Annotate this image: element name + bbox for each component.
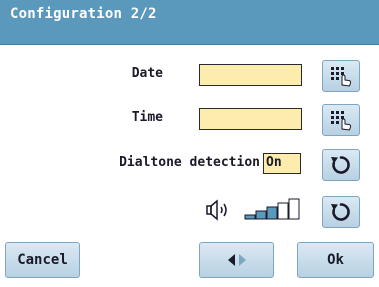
- keypad-touch-icon: [328, 65, 354, 87]
- configuration-screen: Configuration 2/2 Date Time Dialtone det…: [0, 0, 379, 287]
- page-title: Configuration 2/2: [10, 6, 157, 22]
- time-keypad-button[interactable]: [322, 104, 360, 136]
- rotate-cycle-icon: [329, 200, 353, 224]
- volume-bars-icon: [244, 198, 300, 220]
- volume-bar: [255, 210, 267, 220]
- title-bar: Configuration 2/2: [0, 0, 379, 45]
- dialtone-value-field: On: [263, 153, 301, 174]
- keypad-touch-icon: [328, 109, 354, 131]
- date-label: Date: [131, 66, 163, 81]
- ok-button-label: Ok: [327, 252, 344, 268]
- date-keypad-button[interactable]: [322, 60, 360, 92]
- dialtone-detection-label: Dialtone detection: [119, 155, 260, 170]
- time-label: Time: [131, 110, 163, 125]
- rotate-cycle-icon: [329, 153, 353, 177]
- volume-bar: [244, 214, 256, 220]
- volume-level-indicator: [244, 197, 302, 221]
- cancel-button[interactable]: Cancel: [5, 242, 80, 278]
- date-field[interactable]: [199, 64, 302, 86]
- volume-bar: [266, 206, 278, 220]
- dialtone-toggle-button[interactable]: [322, 149, 360, 181]
- volume-bar: [288, 198, 300, 220]
- dialtone-value: On: [266, 155, 282, 170]
- navigate-button[interactable]: [199, 242, 274, 278]
- ok-button[interactable]: Ok: [297, 242, 374, 278]
- time-field[interactable]: [199, 108, 302, 130]
- volume-toggle-button[interactable]: [322, 196, 360, 228]
- volume-bar: [277, 202, 289, 220]
- cancel-button-label: Cancel: [17, 252, 68, 268]
- prev-next-arrows-icon: [226, 253, 248, 267]
- speaker-icon: [205, 199, 233, 221]
